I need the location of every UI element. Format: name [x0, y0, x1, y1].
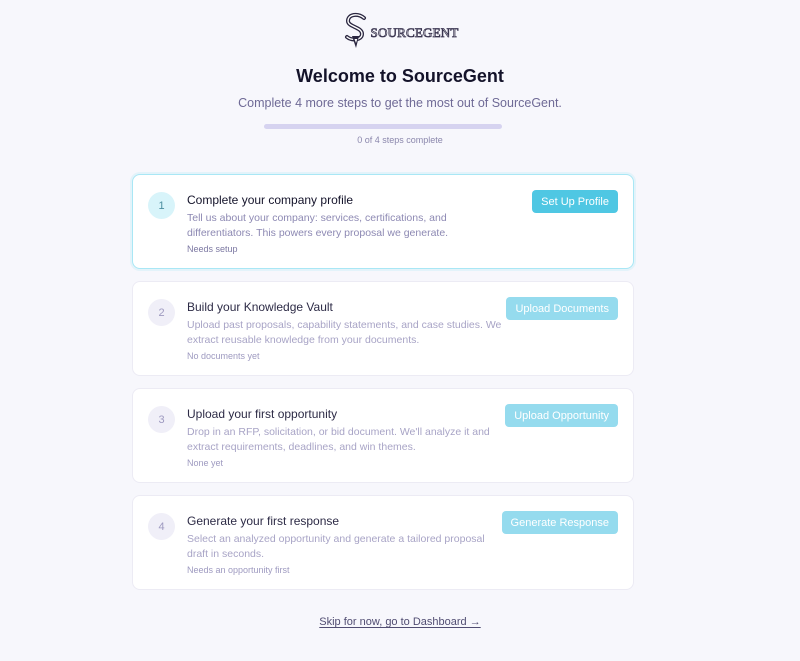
step-title: Complete your company profile	[187, 193, 354, 207]
set-up-profile-button[interactable]: Set Up Profile	[532, 190, 618, 213]
page-subtitle: Complete 4 more steps to get the most ou…	[238, 96, 562, 110]
logo: SOURCEGENT	[0, 12, 800, 50]
step-title: Build your Knowledge Vault	[187, 300, 333, 314]
progress-label: 0 of 4 steps complete	[357, 135, 443, 145]
generate-response-button[interactable]: Generate Response	[501, 511, 618, 534]
skip-to-dashboard-link[interactable]: Skip for now, go to Dashboard →	[319, 616, 480, 628]
page-title: Welcome to SourceGent	[296, 66, 504, 86]
step-title: Upload your first opportunity	[187, 407, 338, 421]
progress-bar	[264, 124, 502, 129]
step-number-badge: 1	[148, 192, 175, 219]
upload-opportunity-button[interactable]: Upload Opportunity	[505, 404, 618, 427]
step-status: No documents yet	[187, 351, 260, 361]
step-status: Needs setup	[187, 244, 238, 254]
onboarding-page: SOURCEGENT Welcome to SourceGent Complet…	[0, 0, 800, 661]
step-description: Drop in an RFP, solicitation, or bid doc…	[187, 426, 490, 453]
upload-documents-button[interactable]: Upload Documents	[506, 297, 618, 320]
logo-text: SOURCEGENT	[370, 24, 459, 40]
step-number-badge: 2	[148, 299, 175, 326]
skip-row: Skip for now, go to Dashboard →	[0, 616, 800, 628]
step-description: Upload past proposals, capability statem…	[187, 319, 502, 346]
step-number-badge: 3	[148, 406, 175, 433]
step-status: Needs an opportunity first	[187, 565, 290, 575]
sourcegent-logo-icon	[344, 12, 366, 48]
step-title: Generate your first response	[187, 514, 340, 528]
step-card-first-response: 4 Generate your first response Select an…	[132, 495, 634, 590]
onboarding-steps: 1 Complete your company profile Tell us …	[132, 174, 634, 602]
step-card-knowledge-vault: 2 Build your Knowledge Vault Upload past…	[132, 281, 634, 376]
step-description: Select an analyzed opportunity and gener…	[187, 533, 485, 560]
step-status: None yet	[187, 458, 224, 468]
step-description: Tell us about your company: services, ce…	[187, 212, 449, 239]
step-card-first-opportunity: 3 Upload your first opportunity Drop in …	[132, 388, 634, 483]
step-number-badge: 4	[148, 513, 175, 540]
step-card-company-profile: 1 Complete your company profile Tell us …	[132, 174, 634, 269]
